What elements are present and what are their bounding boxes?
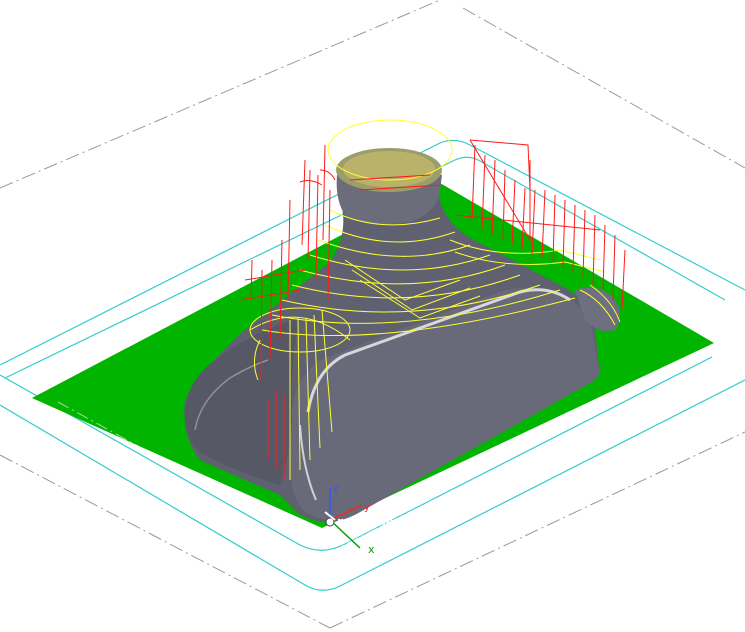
scene-canvas[interactable]: z y x machine=0	[0, 0, 745, 632]
machine-origin-label: machine=0	[337, 515, 412, 529]
axis-x-label: x	[368, 543, 375, 556]
cam-3d-viewport[interactable]: z y x machine=0	[0, 0, 745, 632]
axis-y-label: y	[364, 502, 370, 513]
axis-z-label: z	[333, 484, 338, 495]
